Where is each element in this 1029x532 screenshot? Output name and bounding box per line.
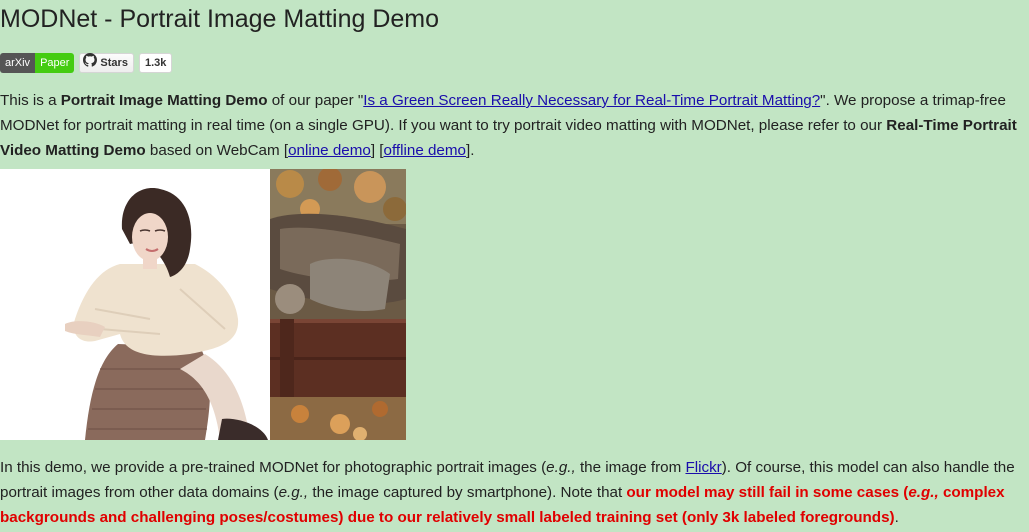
warning-eg: e.g.,	[908, 484, 939, 501]
demo-text: the image from	[575, 459, 686, 476]
warning-text-part: our model may still fail in some cases (	[626, 484, 909, 501]
online-demo-link[interactable]: online demo	[288, 142, 371, 159]
github-stars-button[interactable]: Stars	[79, 53, 134, 73]
demo-eg: e.g.,	[546, 459, 576, 476]
background-image	[270, 169, 406, 440]
offline-demo-link[interactable]: offline demo	[384, 142, 466, 159]
demo-text: In this demo, we provide a pre-trained M…	[0, 459, 547, 476]
arxiv-badge-label: arXiv	[0, 53, 36, 73]
intro-bold-demo: Portrait Image Matting Demo	[60, 92, 268, 109]
demo-eg: e.g.,	[278, 484, 309, 501]
stars-label: Stars	[100, 57, 128, 69]
intro-text: This is a	[0, 92, 61, 109]
arxiv-paper-badge[interactable]: arXiv Paper	[0, 53, 75, 73]
intro-text: of our paper "	[267, 92, 364, 109]
intro-text: ] [	[370, 142, 384, 159]
stars-count[interactable]: 1.3k	[138, 53, 173, 73]
demo-text: the image captured by smartphone). Note …	[308, 484, 627, 501]
demo-description-paragraph: In this demo, we provide a pre-trained M…	[0, 455, 1027, 530]
demo-text: .	[894, 509, 899, 526]
intro-paragraph: This is a Portrait Image Matting Demo of…	[0, 88, 1027, 163]
page-title: MODNet - Portrait Image Matting Demo	[0, 5, 440, 33]
github-icon	[83, 53, 98, 73]
flickr-link[interactable]: Flickr	[685, 459, 721, 476]
matted-portrait-image	[0, 169, 270, 440]
badge-row: arXiv Paper Stars 1.3k	[0, 53, 173, 73]
intro-text: based on WebCam [	[145, 142, 289, 159]
intro-text: ].	[465, 142, 475, 159]
paper-badge-label: Paper	[35, 53, 75, 73]
paper-link[interactable]: Is a Green Screen Really Necessary for R…	[363, 92, 820, 109]
